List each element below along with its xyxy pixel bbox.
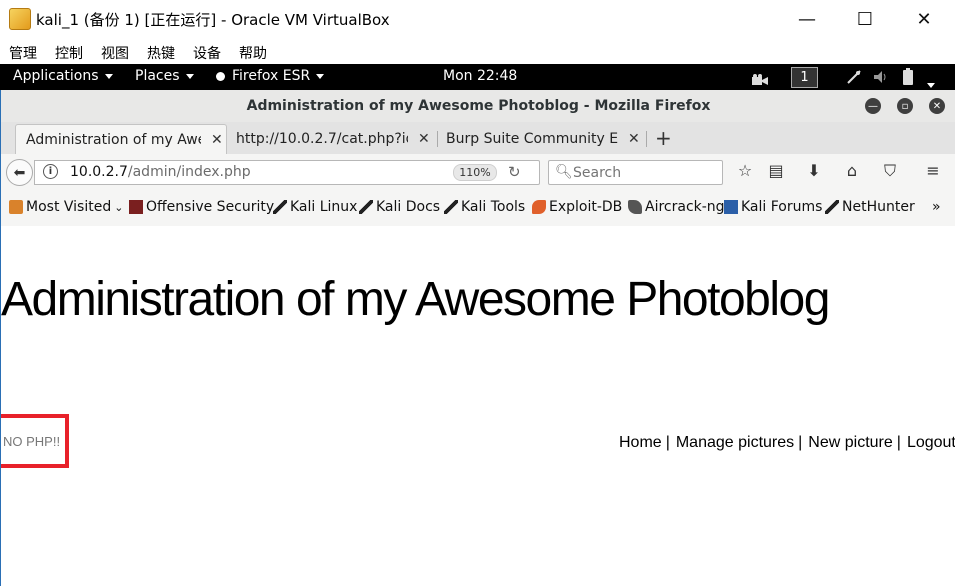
virtualbox-window-title: kali_1 (备份 1) [正在运行] - Oracle VM Virtual… xyxy=(36,11,390,29)
tab-label: http://10.0.2.7/cat.php?id… xyxy=(236,131,408,147)
url-bar[interactable]: i 10.0.2.7/admin/index.php 110% ↻ xyxy=(34,160,540,185)
places-menu[interactable]: Places xyxy=(135,68,194,84)
close-button[interactable]: ✕ xyxy=(895,0,953,38)
close-tab-icon[interactable]: ✕ xyxy=(418,131,430,147)
gnome-top-panel: Applications Places Firefox ESR Mon 22:4… xyxy=(0,64,955,90)
hamburger-menu-icon[interactable]: ≡ xyxy=(921,161,945,183)
back-button[interactable]: ⬅ xyxy=(6,159,33,186)
bookmark-kali-forums[interactable]: Kali Forums xyxy=(724,199,822,215)
bookmark-offensive-security[interactable]: Offensive Security xyxy=(129,199,274,215)
clock[interactable]: Mon 22:48 xyxy=(443,68,517,84)
workspace-indicator[interactable]: 1 xyxy=(791,67,818,88)
firefox-minimize-button[interactable]: — xyxy=(865,98,881,114)
nav-manage-pictures-link[interactable]: Manage pictures xyxy=(676,434,794,451)
nav-home-link[interactable]: Home xyxy=(619,434,662,451)
menu-control[interactable]: 控制 xyxy=(55,43,83,63)
page-content: Administration of my Awesome Photoblog N… xyxy=(1,226,955,586)
tab-bar: Administration of my Awe… ✕ http://10.0.… xyxy=(1,122,955,155)
kali-dragon-icon xyxy=(273,200,287,214)
downloads-icon[interactable]: ⬇ xyxy=(802,161,826,183)
library-icon[interactable]: ▤ xyxy=(764,161,788,183)
bookmarks-overflow-button[interactable]: » xyxy=(932,199,941,215)
aircrack-icon xyxy=(628,200,642,214)
tab-label: Administration of my Awe… xyxy=(26,131,201,148)
nav-separator: | xyxy=(798,434,803,451)
applications-menu[interactable]: Applications xyxy=(13,68,113,84)
menu-devices[interactable]: 设备 xyxy=(193,43,221,63)
search-box[interactable]: 🔍︎ xyxy=(548,160,723,185)
bookmark-star-icon[interactable]: ☆ xyxy=(733,161,757,183)
nav-logout-link[interactable]: Logout xyxy=(907,434,955,451)
kali-dragon-icon xyxy=(444,200,458,214)
kali-dragon-icon xyxy=(359,200,373,214)
tab-separator xyxy=(437,131,438,147)
tab-burp-suite[interactable]: Burp Suite Community Ed… ✕ xyxy=(446,124,641,154)
url-text[interactable]: 10.0.2.7/admin/index.php xyxy=(70,164,251,180)
firefox-titlebar: Administration of my Awesome Photoblog -… xyxy=(1,90,955,122)
menu-view[interactable]: 视图 xyxy=(101,43,129,63)
video-camera-icon[interactable] xyxy=(752,71,768,90)
volume-icon[interactable] xyxy=(873,69,889,89)
site-info-icon[interactable]: i xyxy=(43,164,58,179)
home-icon[interactable]: ⌂ xyxy=(840,161,864,183)
virtualbox-app-icon xyxy=(9,8,31,30)
new-tab-button[interactable]: + xyxy=(655,126,672,150)
admin-nav: Home | Manage pictures | New picture | Logout xyxy=(619,434,955,452)
bookmark-kali-linux[interactable]: Kali Linux xyxy=(273,199,357,215)
tab-admin[interactable]: Administration of my Awe… ✕ xyxy=(15,124,227,154)
navigation-toolbar: ⬅ i 10.0.2.7/admin/index.php 110% ↻ 🔍︎ ☆… xyxy=(1,154,955,190)
firefox-maximize-button[interactable]: ▫ xyxy=(897,98,913,114)
offsec-icon xyxy=(129,200,143,214)
reload-icon[interactable]: ↻ xyxy=(508,163,521,181)
back-arrow-icon: ⬅ xyxy=(13,164,26,181)
bookmarks-toolbar: Most Visited ⌄ Offensive Security Kali Li… xyxy=(1,190,955,227)
bookmark-nethunter[interactable]: NetHunter xyxy=(825,199,915,215)
nav-separator: | xyxy=(896,434,901,451)
zoom-indicator[interactable]: 110% xyxy=(453,164,497,181)
nav-new-picture-link[interactable]: New picture xyxy=(808,434,892,451)
page-title: Administration of my Awesome Photoblog xyxy=(1,273,830,326)
no-php-notice: NO PHP!! xyxy=(3,434,61,449)
active-app-menu[interactable]: Firefox ESR xyxy=(216,68,325,84)
kali-forums-icon xyxy=(724,200,738,214)
menu-hotkeys[interactable]: 热键 xyxy=(147,43,175,63)
minimize-button[interactable]: — xyxy=(778,0,836,38)
bookmark-kali-docs[interactable]: Kali Docs xyxy=(359,199,440,215)
close-tab-icon[interactable]: ✕ xyxy=(628,131,640,147)
tab-separator xyxy=(646,131,647,147)
menu-help[interactable]: 帮助 xyxy=(239,43,267,63)
firefox-close-button[interactable]: ✕ xyxy=(929,98,945,114)
pocket-icon[interactable]: ⛉ xyxy=(878,161,902,183)
firefox-window-title: Administration of my Awesome Photoblog -… xyxy=(246,98,711,114)
tab-cat-php[interactable]: http://10.0.2.7/cat.php?id… ✕ xyxy=(236,124,436,154)
virtualbox-titlebar: kali_1 (备份 1) [正在运行] - Oracle VM Virtual… xyxy=(0,0,955,38)
virtualbox-menubar: 管理 控制 视图 热键 设备 帮助 xyxy=(0,38,955,64)
search-input[interactable] xyxy=(571,163,720,183)
exploitdb-icon xyxy=(532,200,546,214)
firefox-small-icon xyxy=(216,71,225,81)
bookmark-exploit-db[interactable]: Exploit-DB xyxy=(532,199,622,215)
firefox-window: Administration of my Awesome Photoblog -… xyxy=(0,90,955,586)
bookmark-kali-tools[interactable]: Kali Tools xyxy=(444,199,525,215)
kali-dragon-icon xyxy=(825,200,839,214)
network-icon[interactable] xyxy=(846,69,862,89)
bookmark-aircrack-ng[interactable]: Aircrack-ng xyxy=(628,199,725,215)
close-tab-icon[interactable]: ✕ xyxy=(211,132,223,148)
folder-icon xyxy=(9,200,23,214)
nav-separator: | xyxy=(665,434,670,451)
battery-icon[interactable] xyxy=(903,68,913,89)
maximize-button[interactable]: ☐ xyxy=(836,0,894,38)
menu-manage[interactable]: 管理 xyxy=(9,43,37,63)
tab-label: Burp Suite Community Ed… xyxy=(446,131,618,147)
bookmark-most-visited[interactable]: Most Visited ⌄ xyxy=(9,199,123,215)
